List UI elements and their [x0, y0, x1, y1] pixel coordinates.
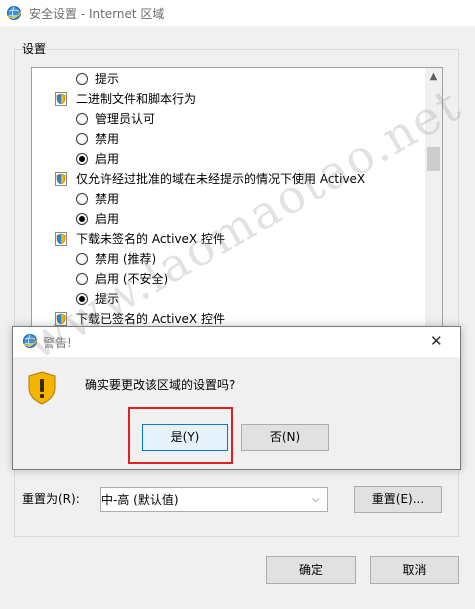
scroll-thumb[interactable]: [427, 147, 440, 171]
category-label: 二进制文件和脚本行为: [76, 92, 197, 106]
radio-button[interactable]: [76, 73, 88, 85]
radio-button[interactable]: [76, 113, 88, 125]
option-label: 禁用: [95, 192, 120, 206]
close-icon[interactable]: ✕: [430, 332, 443, 350]
reset-button[interactable]: 重置(E)...: [354, 486, 442, 513]
option-label: 管理员认可: [95, 112, 156, 126]
warning-dialog-body: [13, 357, 460, 469]
ok-button[interactable]: 确定: [266, 556, 356, 584]
settings-category-icon: [55, 232, 67, 246]
settings-category-icon: [55, 172, 67, 186]
cancel-button[interactable]: 取消: [370, 556, 459, 584]
option-label: 启用: [95, 152, 120, 166]
window-title: 安全设置 - Internet 区域: [29, 7, 165, 21]
internet-globe-icon: [7, 6, 22, 20]
settings-category-icon: [55, 92, 67, 106]
settings-group-label: 设置: [22, 42, 47, 56]
option-label: 禁用: [95, 132, 120, 146]
chevron-down-icon: ⌵: [312, 494, 320, 505]
warning-message: 确实要更改该区域的设置吗?: [85, 378, 236, 392]
radio-button[interactable]: [76, 133, 88, 145]
radio-button[interactable]: [76, 193, 88, 205]
warning-shield-icon: [28, 371, 56, 405]
reset-to-label: 重置为(R):: [22, 492, 80, 506]
option-label: 启用: [95, 212, 120, 226]
radio-button[interactable]: [76, 213, 88, 225]
radio-button[interactable]: [76, 153, 88, 165]
reset-level-value: 中-高 (默认值): [101, 493, 179, 507]
option-label: 提示: [95, 72, 120, 86]
radio-button[interactable]: [76, 253, 88, 265]
no-button[interactable]: 否(N): [241, 424, 329, 451]
highlight-annotation: [128, 407, 233, 464]
